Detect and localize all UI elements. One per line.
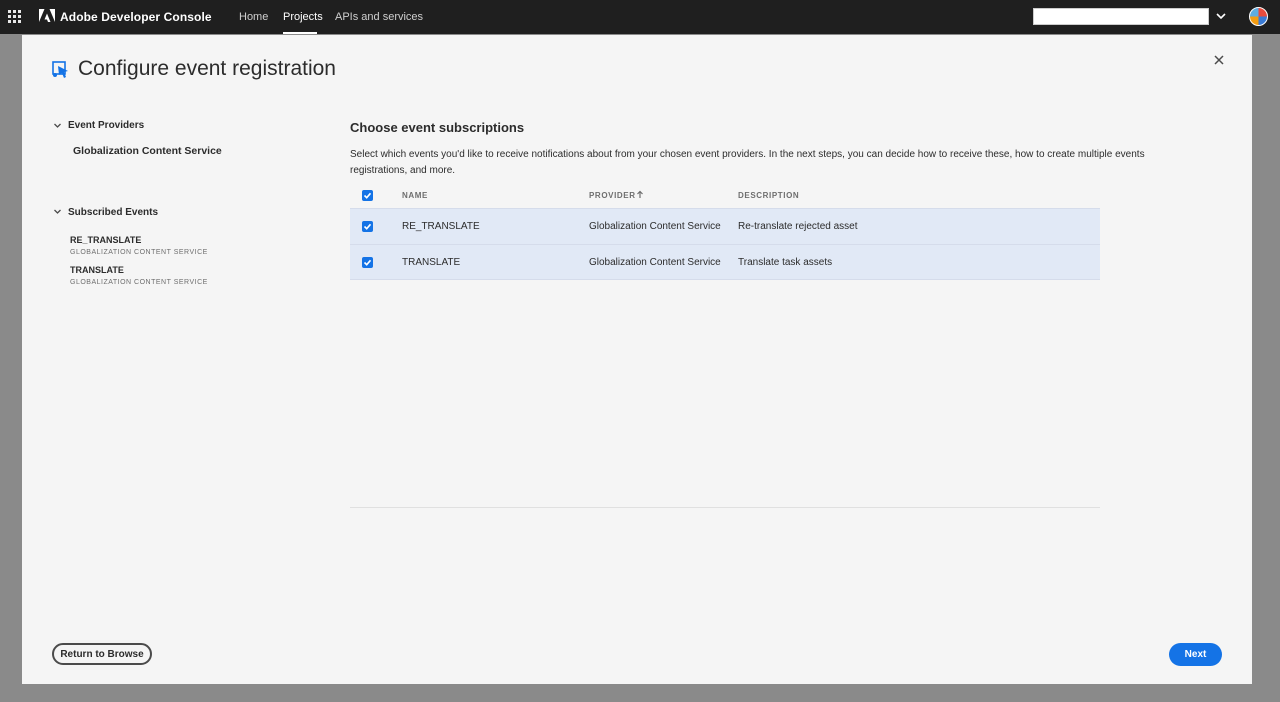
adobe-logo-icon[interactable] [39,9,55,24]
subscribed-event-name: RE_TRANSLATE [70,235,142,245]
row-description: Translate task assets [738,257,833,268]
table-divider [350,507,1100,508]
events-table: NAME PROVIDER DESCRIPTION RE_TRANSLATE G… [350,182,1100,280]
top-bar: Adobe Developer Console Home Projects AP… [0,0,1280,34]
nav-apis-and-services[interactable]: APIs and services [335,11,423,23]
row-description: Re-translate rejected asset [738,221,858,232]
table-row[interactable]: RE_TRANSLATE Globalization Content Servi… [350,208,1100,244]
column-header-name[interactable]: NAME [402,191,428,200]
chevron-down-icon[interactable] [53,121,62,130]
row-provider: Globalization Content Service [589,221,721,232]
event-providers-heading[interactable]: Event Providers [68,120,144,131]
configure-event-modal: Configure event registration Event Provi… [22,35,1252,684]
row-provider: Globalization Content Service [589,257,721,268]
page-title: Configure event registration [78,57,336,80]
row-checkbox[interactable] [362,257,373,268]
nav-home[interactable]: Home [239,11,268,23]
app-switcher-icon[interactable] [8,10,22,24]
sidebar-provider-item[interactable]: Globalization Content Service [73,145,222,157]
select-all-checkbox[interactable] [362,190,373,201]
column-header-provider[interactable]: PROVIDER [589,191,636,200]
row-name: TRANSLATE [402,257,461,268]
return-to-browse-button[interactable]: Return to Browse [52,643,152,665]
column-header-description[interactable]: DESCRIPTION [738,191,799,200]
subscribed-event-provider: GLOBALIZATION CONTENT SERVICE [70,279,208,286]
subscribed-events-heading[interactable]: Subscribed Events [68,207,158,218]
avatar[interactable] [1249,7,1268,26]
next-button[interactable]: Next [1169,643,1222,666]
org-search-input[interactable] [1033,8,1209,25]
row-checkbox[interactable] [362,221,373,232]
section-title: Choose event subscriptions [350,120,525,135]
row-name: RE_TRANSLATE [402,221,480,232]
chevron-down-icon[interactable] [53,207,62,216]
section-description: Select which events you'd like to receiv… [350,149,1145,176]
subscribed-event-provider: GLOBALIZATION CONTENT SERVICE [70,249,208,256]
subscribed-event-name: TRANSLATE [70,265,124,275]
nav-active-indicator [283,32,317,34]
table-header: NAME PROVIDER DESCRIPTION [350,182,1100,208]
chevron-down-icon[interactable] [1214,9,1228,23]
close-icon[interactable] [1212,53,1226,67]
table-row[interactable]: TRANSLATE Globalization Content Service … [350,244,1100,280]
event-registration-icon [52,61,68,78]
nav-projects[interactable]: Projects [283,11,323,23]
sort-ascending-icon[interactable] [636,190,644,199]
app-title[interactable]: Adobe Developer Console [60,10,212,24]
